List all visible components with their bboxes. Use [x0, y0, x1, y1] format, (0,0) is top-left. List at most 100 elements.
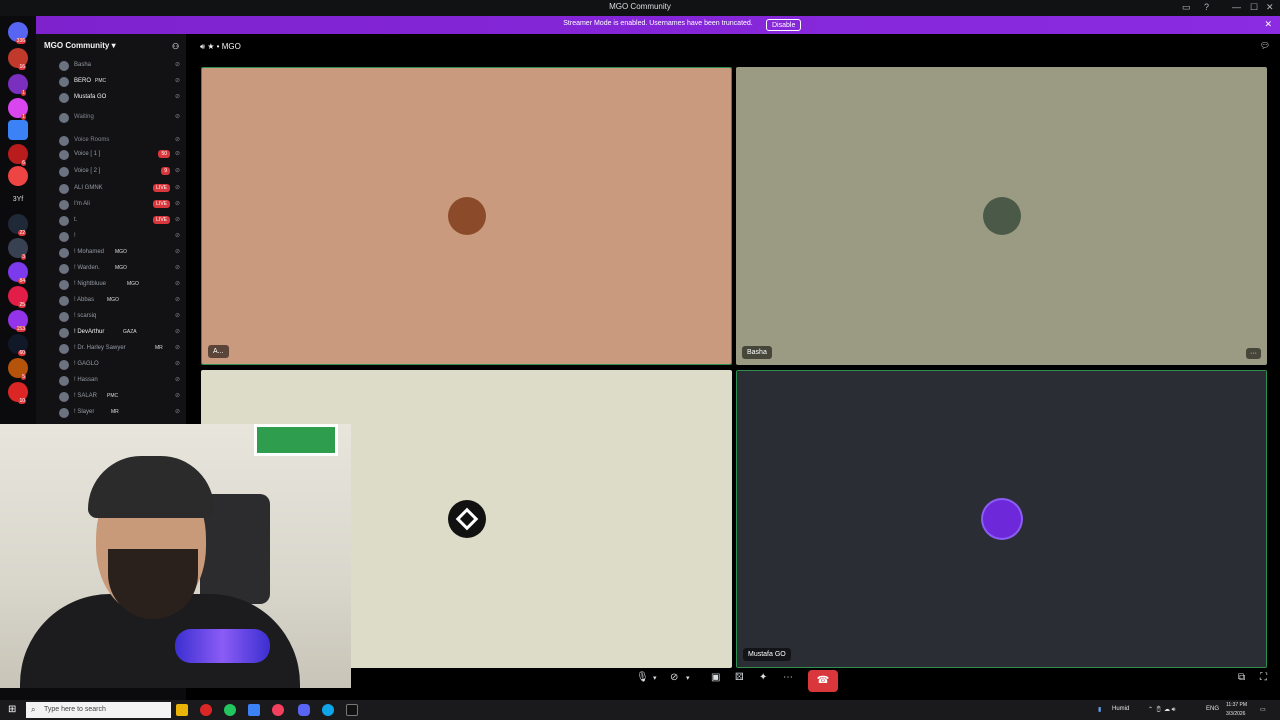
channel-member-row[interactable]: Voice [ 1 ] 50 ⊘ — [36, 147, 186, 163]
mute-status-icon: ⊘ — [174, 281, 180, 287]
server-icon[interactable]: 3 — [8, 238, 28, 260]
participant-tile[interactable]: Mustafa GO — [736, 370, 1267, 668]
help-icon[interactable]: ? — [1204, 2, 1209, 12]
participant-tile[interactable]: Basha ··· — [736, 67, 1267, 365]
popout-icon[interactable]: ⧉ — [1238, 672, 1245, 683]
server-icon[interactable]: 5 — [8, 358, 28, 380]
call-header: 🔊︎ ★ • MGO 💬︎ — [200, 41, 1270, 51]
server-icon[interactable]: 16 — [8, 48, 28, 70]
channel-member-row[interactable]: ! ⊘ — [36, 229, 186, 245]
fullscreen-icon[interactable]: ⛶ — [1260, 672, 1267, 683]
chat-icon[interactable]: 💬︎ — [1260, 41, 1270, 50]
channel-member-row[interactable]: ! Slayer MR ⊘ — [36, 405, 186, 421]
member-tag: LIVE — [153, 184, 170, 192]
heart-server-icon[interactable] — [8, 166, 28, 186]
channel-member-row[interactable]: ! DevArthur GAZA ⊘ — [36, 325, 186, 341]
member-name: ! — [74, 233, 76, 239]
server-icon[interactable] — [8, 120, 28, 140]
mute-status-icon: ⊘ — [174, 345, 180, 351]
channel-member-row[interactable]: I'm Ali LIVE ⊘ — [36, 197, 186, 213]
mute-status-icon: ⊘ — [174, 201, 180, 207]
channel-member-row[interactable]: ! scarsiq ⊘ — [36, 309, 186, 325]
server-icon[interactable]: 22 — [8, 214, 28, 236]
server-icon[interactable]: 84 — [8, 262, 28, 284]
channel-member-row[interactable]: Voice [ 2 ] 9 ⊘ — [36, 164, 186, 180]
server-icon[interactable]: 6 — [8, 144, 28, 166]
tray-icons[interactable]: ⌃ 🔋︎ ☁︎ 🔊︎ — [1148, 706, 1175, 714]
person-cap — [88, 456, 214, 518]
server-icon[interactable]: 60 — [8, 334, 28, 356]
clock-date[interactable]: 3/3/2026 — [1226, 711, 1245, 717]
chrome-icon[interactable] — [224, 704, 236, 716]
close-window-button[interactable]: ✕ — [1266, 2, 1274, 13]
file-explorer-icon[interactable] — [176, 704, 188, 716]
channel-member-row[interactable]: BERO PMC ⊘ — [36, 74, 186, 90]
notification-icon[interactable]: ▭ — [1260, 706, 1266, 713]
member-name: Waiting — [74, 114, 94, 120]
avatar — [59, 93, 69, 103]
channel-member-row[interactable]: ! Warden. MGO ⊘ — [36, 261, 186, 277]
server-icon[interactable]: 153 — [8, 310, 28, 332]
camera-off-icon[interactable]: ⊘ — [670, 672, 678, 683]
server-name-header[interactable]: MGO Community ▾ ⚇ — [36, 34, 186, 58]
avatar — [59, 264, 69, 274]
channel-member-row[interactable]: Mustafa GO ⊘ — [36, 90, 186, 106]
participant-name: A... — [208, 345, 229, 358]
taskbar-search[interactable]: ⌕ Type here to search — [26, 702, 171, 718]
mention-badge: 336 — [15, 38, 26, 44]
app-icon[interactable] — [272, 704, 284, 716]
channel-member-row[interactable]: ! Mohamed MGO ⊘ — [36, 245, 186, 261]
app-icon[interactable] — [346, 704, 358, 716]
channel-member-row[interactable]: ALI GMNK LIVE ⊘ — [36, 181, 186, 197]
maximize-button[interactable]: ☐ — [1250, 2, 1258, 13]
chevron-down-icon[interactable]: ▾ — [686, 674, 690, 682]
disable-button[interactable]: Disable — [766, 19, 802, 31]
close-banner-icon[interactable]: ✕ — [1264, 19, 1272, 30]
screen-share-icon[interactable]: ▣ — [711, 672, 720, 683]
member-tag: MR — [111, 409, 119, 415]
channel-member-row[interactable]: ! Hassan ⊘ — [36, 373, 186, 389]
channel-member-row[interactable]: ! GAGLO ⊘ — [36, 357, 186, 373]
clock-time[interactable]: 11:37 PM — [1226, 702, 1247, 708]
avatar — [59, 312, 69, 322]
mention-badge: 1 — [21, 90, 26, 96]
server-icon[interactable]: 25 — [8, 286, 28, 308]
add-friend-icon[interactable]: ⚇ — [172, 42, 179, 51]
channel-member-row[interactable]: Basha ⊘ — [36, 58, 186, 74]
channel-member-row[interactable]: ! Abbas MGO ⊘ — [36, 293, 186, 309]
server-icon[interactable]: 10 — [8, 382, 28, 404]
discord-icon[interactable] — [298, 704, 310, 716]
microphone-icon[interactable]: 🎙︎ — [636, 672, 649, 683]
language-indicator[interactable]: ENG — [1206, 706, 1219, 712]
opera-icon[interactable] — [200, 704, 212, 716]
chevron-down-icon[interactable]: ▾ — [653, 674, 657, 682]
screen-share-icon[interactable]: ▭ — [1182, 2, 1191, 13]
weather-label[interactable]: Humid — [1112, 706, 1129, 712]
server-icon[interactable]: 1 — [8, 98, 28, 120]
minimize-button[interactable]: — — [1232, 2, 1241, 12]
edge-icon[interactable] — [322, 704, 334, 716]
windows-start-icon[interactable]: ⊞ — [8, 704, 16, 715]
avatar — [59, 408, 69, 418]
channel-member-row[interactable]: t. LIVE ⊘ — [36, 213, 186, 229]
mute-status-icon: ⊘ — [174, 137, 180, 143]
activities-icon[interactable]: ⚄ — [735, 672, 744, 683]
avatar — [59, 344, 69, 354]
participant-tile[interactable]: A... — [201, 67, 732, 365]
channel-member-row[interactable]: ! Nightbluue MGO ⊘ — [36, 277, 186, 293]
server-icon[interactable]: 1 — [8, 74, 28, 96]
more-icon[interactable]: ⋯ — [783, 672, 793, 683]
channel-member-row[interactable]: Waiting ⊘ — [36, 110, 186, 126]
channel-member-row[interactable]: ! SALAR PMC ⊘ — [36, 389, 186, 405]
disconnect-button[interactable]: ☎︎ — [808, 670, 838, 692]
server-icon[interactable]: 336 — [8, 22, 28, 44]
participant-name: Mustafa GO — [743, 648, 791, 661]
app-icon[interactable] — [248, 704, 260, 716]
search-icon: ⌕ — [31, 705, 36, 714]
more-options-button[interactable]: ··· — [1246, 348, 1261, 359]
server-icon[interactable]: 3Yf — [8, 190, 28, 210]
mute-status-icon: ⊘ — [174, 94, 180, 100]
soundboard-icon[interactable]: ✦ — [759, 672, 767, 683]
mention-badge: 10 — [18, 398, 26, 404]
channel-member-row[interactable]: ! Dr. Harley Sawyer MR ⊘ — [36, 341, 186, 357]
